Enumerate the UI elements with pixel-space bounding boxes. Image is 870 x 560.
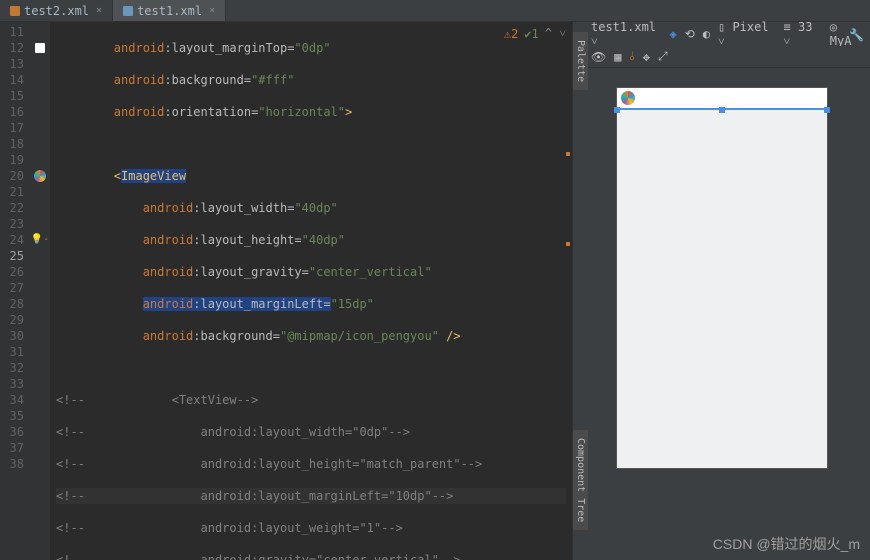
file-label[interactable]: test1.xml ˅ (591, 20, 661, 49)
expand-icon[interactable]: ⤢ (658, 49, 668, 64)
watermark: CSDN @错过的烟火_m (713, 534, 860, 554)
close-icon[interactable]: × (96, 5, 102, 16)
device-dropdown[interactable]: ▯ Pixel ˅ (718, 20, 776, 49)
orientation-icon[interactable]: ⟲ (685, 27, 695, 41)
selection-handle[interactable] (824, 107, 830, 113)
code-area[interactable]: android:layout_marginTop="0dp" android:b… (50, 22, 572, 560)
mipmap-preview-icon (621, 91, 635, 105)
selection-handle[interactable] (719, 107, 725, 113)
theme-icon[interactable]: ◈ (669, 27, 676, 41)
design-toolbar: test1.xml ˅ ◈ ⟲ ◐ ▯ Pixel ˅ ≡ 33 ˅ ◎ MyA (573, 22, 870, 46)
component-tree-tab[interactable]: Component Tree (573, 430, 588, 530)
blueprint-icon[interactable]: ▦ (614, 50, 621, 64)
eye-icon[interactable]: 👁 (591, 50, 606, 64)
design-panel: Palette Component Tree test1.xml ˅ ◈ ⟲ ◐… (573, 22, 870, 560)
line-gutter: 1112131415161718192021222324252627282930… (0, 22, 30, 560)
mipmap-icon[interactable] (34, 170, 46, 182)
scroll-marker[interactable] (566, 152, 570, 156)
tab-test1[interactable]: test1.xml× (113, 0, 226, 21)
close-icon[interactable]: × (209, 5, 215, 16)
gutter-icons: 💡- (30, 22, 50, 560)
design-toolbar-2: 👁 ▦ ⫰ ✥ ⤢ (573, 46, 870, 68)
color-icon[interactable] (35, 43, 45, 53)
preview-area[interactable]: 🔧 (573, 68, 870, 560)
night-icon[interactable]: ◐ (703, 27, 710, 41)
pan-icon[interactable]: ✥ (643, 50, 650, 64)
bulb-icon[interactable]: 💡- (30, 232, 50, 248)
wrench-icon[interactable]: 🔧 (849, 28, 864, 42)
tab-test2[interactable]: test2.xml× (0, 0, 113, 21)
device-preview[interactable] (617, 88, 827, 468)
api-dropdown[interactable]: ≡ 33 ˅ (784, 20, 822, 49)
selection-handle[interactable] (614, 107, 620, 113)
editor-status: ⚠2 ✔1 ^ ˅ (504, 26, 566, 41)
palette-tab[interactable]: Palette (573, 32, 588, 90)
scroll-marker[interactable] (566, 242, 570, 246)
code-editor[interactable]: 1112131415161718192021222324252627282930… (0, 22, 573, 560)
magnet-icon[interactable]: ⫰ (629, 49, 634, 64)
